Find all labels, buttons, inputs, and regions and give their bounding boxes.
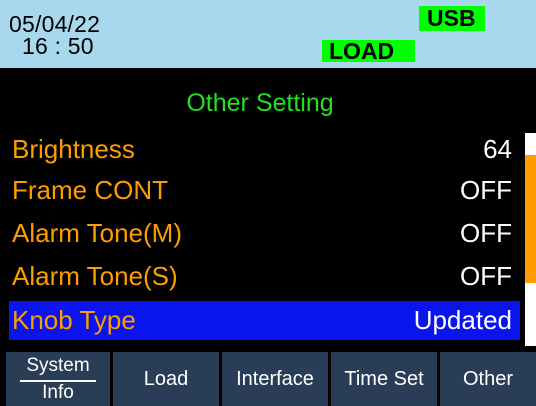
setting-value: OFF: [460, 261, 512, 291]
tab-system-info[interactable]: System Info: [6, 352, 110, 406]
scrollbar[interactable]: [525, 133, 536, 346]
load-badge-label: LOAD: [329, 38, 395, 64]
setting-label: Alarm Tone(M): [12, 218, 183, 248]
tab-label-line2: Info: [42, 382, 74, 403]
setting-row-alarm-tone-s[interactable]: Alarm Tone(S) OFF: [0, 255, 520, 299]
setting-label: Alarm Tone(S): [12, 261, 178, 291]
time-display: 16 : 50: [22, 33, 94, 59]
tab-label: Other: [462, 368, 514, 390]
tab-interface[interactable]: Interface: [222, 352, 328, 406]
setting-label: Brightness: [12, 134, 135, 164]
setting-label: Frame CONT: [12, 175, 168, 205]
setting-row-knob-type[interactable]: Knob Type Updated: [9, 301, 520, 340]
setting-row-alarm-tone-m[interactable]: Alarm Tone(M) OFF: [0, 212, 520, 256]
setting-row-frame-cont[interactable]: Frame CONT OFF: [0, 169, 520, 213]
softkey-bar: System Info Load Interface Time Set Othe…: [0, 348, 536, 406]
setting-value: Updated: [413, 305, 512, 335]
setting-row-brightness[interactable]: Brightness 64: [0, 128, 520, 172]
tab-label: Load: [143, 368, 189, 390]
tab-label: Time Set: [344, 368, 424, 390]
status-header: 05/04/22 16 : 50 USB LOAD: [0, 0, 536, 68]
usb-badge: USB: [419, 6, 485, 31]
load-badge: LOAD: [322, 38, 415, 64]
setting-value: OFF: [460, 218, 512, 248]
tab-load[interactable]: Load: [113, 352, 219, 406]
tab-other[interactable]: Other: [440, 352, 536, 406]
usb-badge-label: USB: [427, 5, 476, 31]
setting-value: OFF: [460, 175, 512, 205]
tab-label-line1: System: [26, 355, 90, 376]
page-title: Other Setting: [186, 89, 334, 117]
setting-label: Knob Type: [12, 305, 136, 335]
tab-label: Interface: [236, 368, 314, 390]
scrollbar-thumb[interactable]: [525, 155, 536, 283]
setting-value: 64: [483, 134, 512, 164]
tab-time-set[interactable]: Time Set: [331, 352, 437, 406]
